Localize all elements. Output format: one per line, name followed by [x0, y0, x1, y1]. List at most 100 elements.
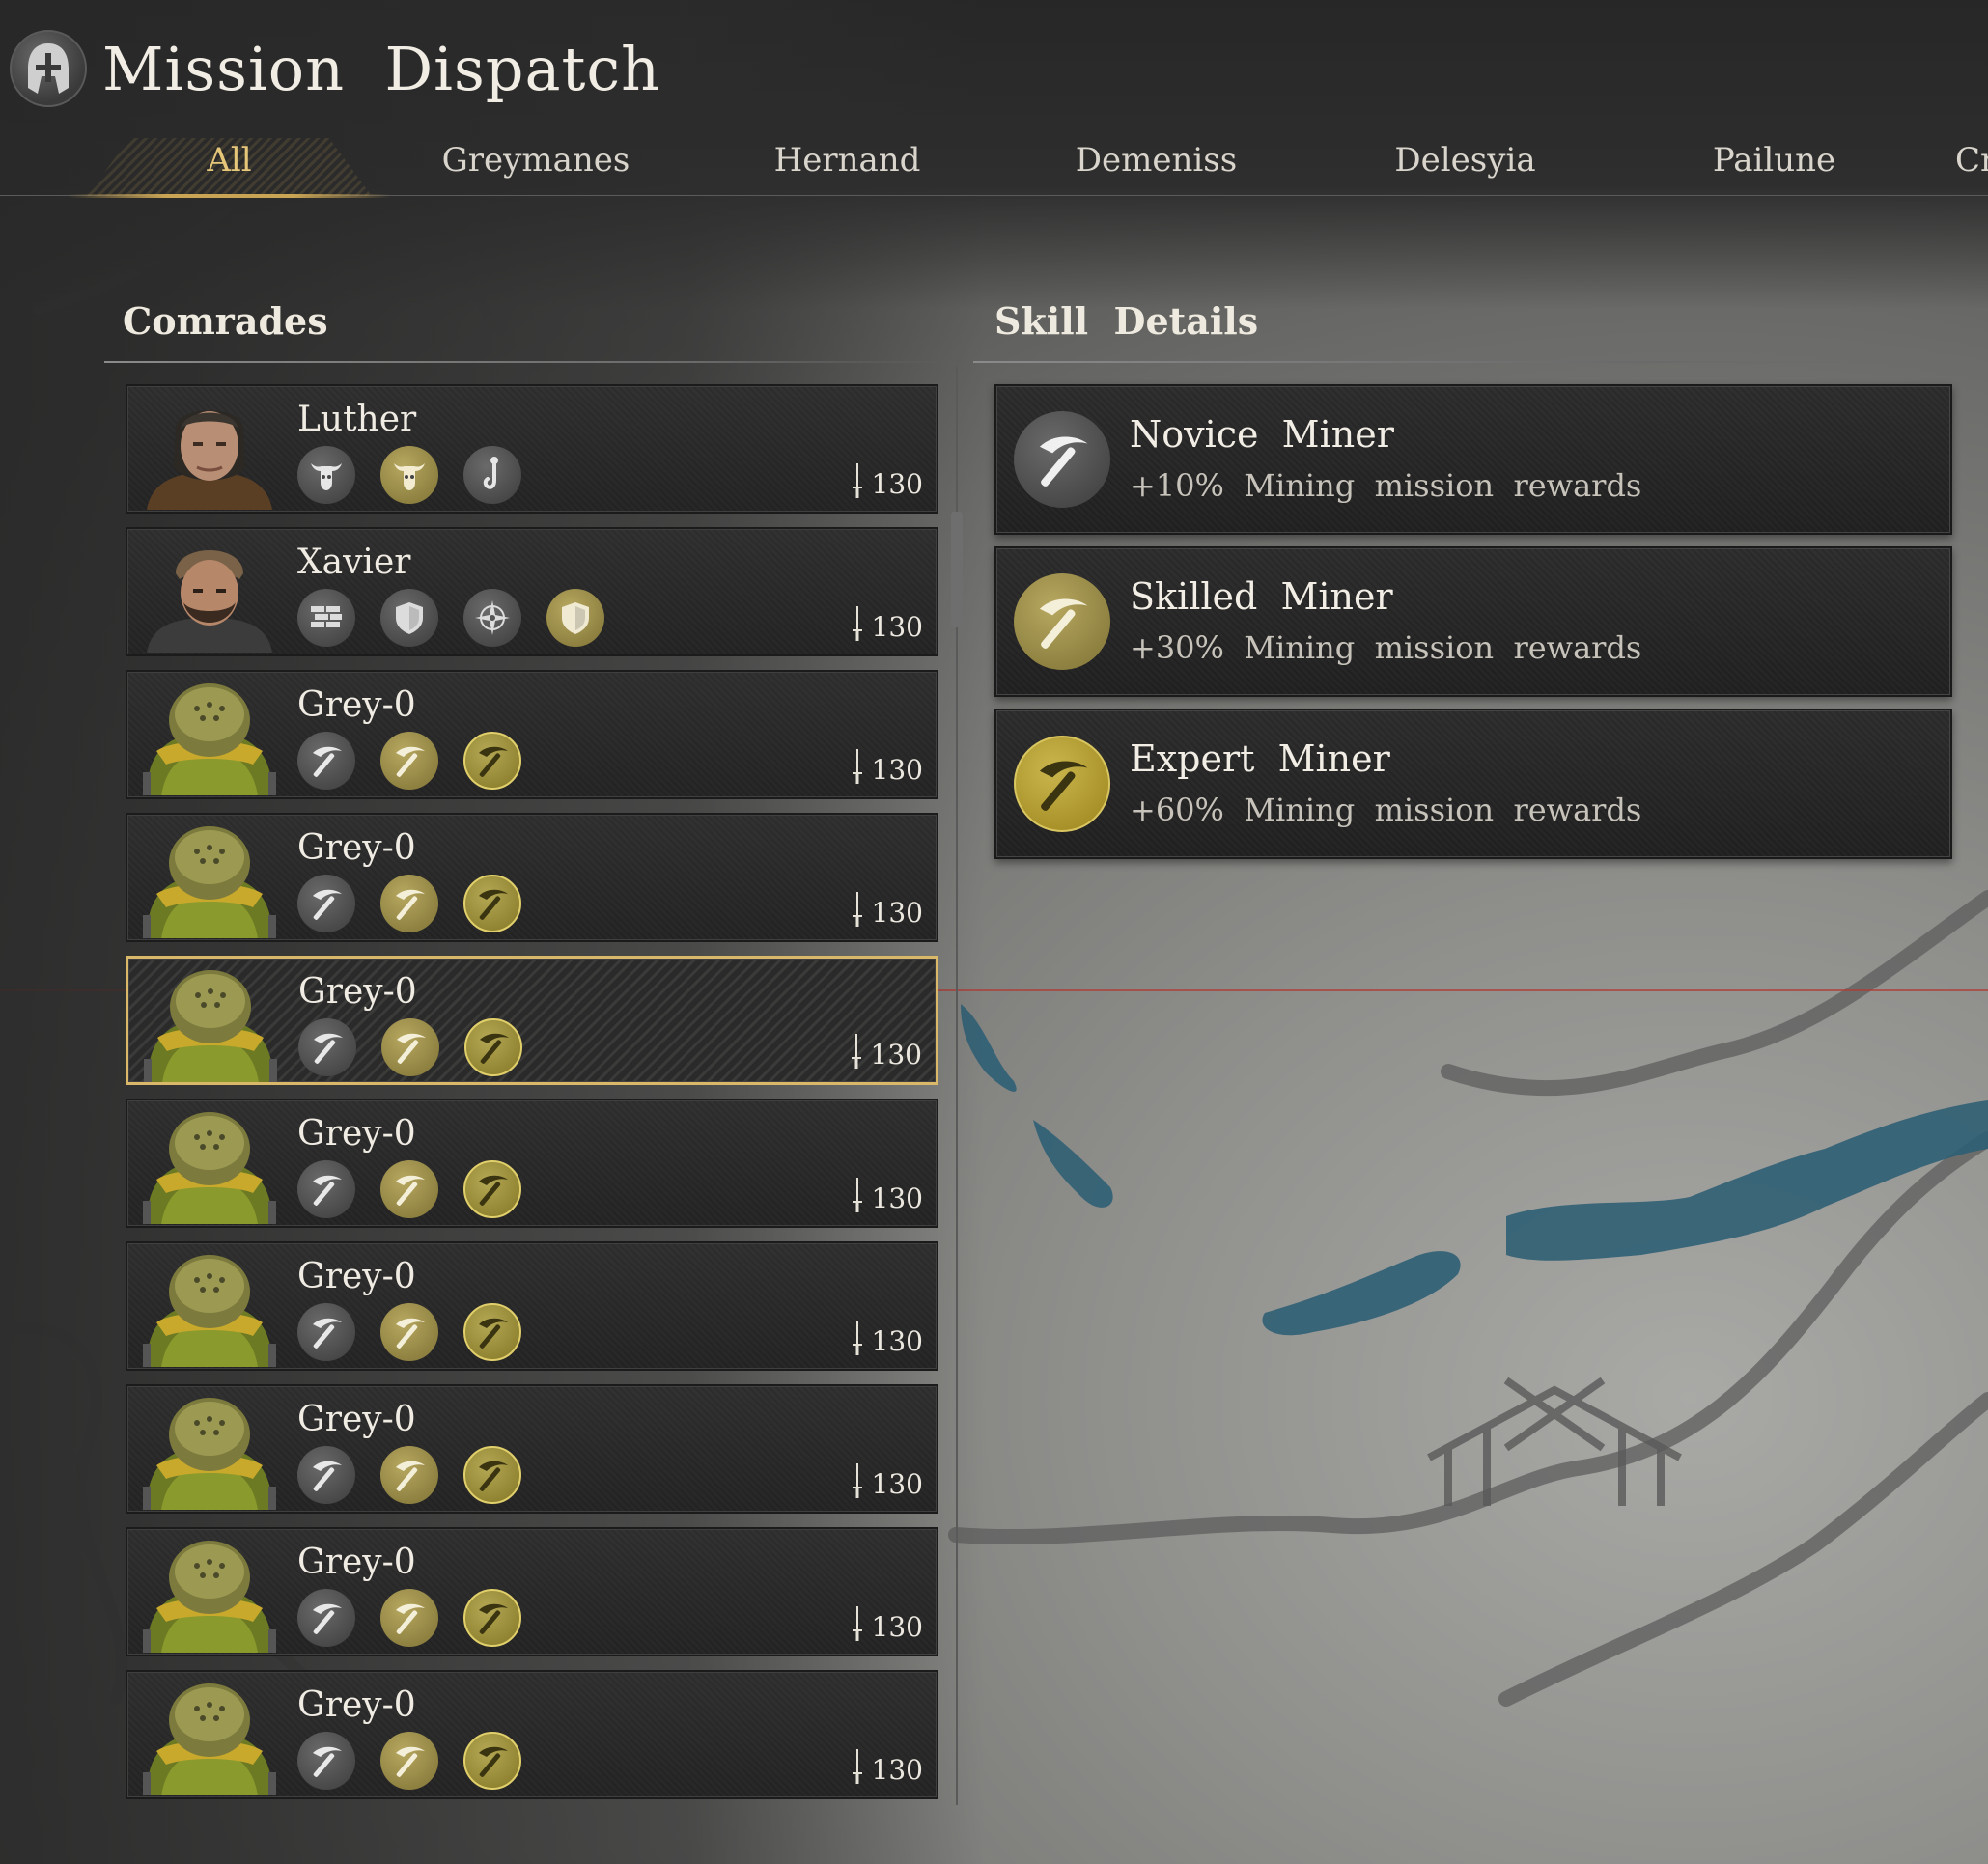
sword-icon	[851, 1319, 864, 1357]
pickaxe-icon[interactable]	[380, 1446, 438, 1504]
bull-icon[interactable]	[297, 446, 355, 504]
xavier-portrait	[137, 533, 282, 653]
tab-label: Cr	[1955, 140, 1988, 180]
pickaxe-icon[interactable]	[380, 1160, 438, 1218]
power-value: 130	[870, 1039, 922, 1071]
bull-icon[interactable]	[380, 446, 438, 504]
sword-icon	[851, 461, 864, 500]
pickaxe-icon[interactable]	[380, 875, 438, 932]
pickaxe-icon[interactable]	[380, 1732, 438, 1790]
sword-icon	[851, 1176, 864, 1214]
grey-portrait	[138, 962, 283, 1082]
comrade-card[interactable]: Luther 130	[126, 384, 938, 514]
comrade-card[interactable]: Grey-0 130	[126, 1384, 938, 1514]
pickaxe-icon[interactable]	[463, 732, 521, 790]
comrade-card[interactable]: Grey-0 130	[126, 1241, 938, 1371]
power-value: 130	[871, 897, 923, 929]
grey-portrait	[137, 1104, 282, 1224]
shield-icon[interactable]	[380, 589, 438, 647]
power-rating: 130	[851, 461, 923, 500]
pickaxe-icon[interactable]	[297, 1446, 355, 1504]
pickaxe-icon[interactable]	[380, 1589, 438, 1647]
pickaxe-icon[interactable]	[463, 1446, 521, 1504]
skill-title: Skilled Miner	[1130, 575, 1393, 618]
skill-details-list: Novice Miner +10% Mining mission rewards S…	[994, 384, 1952, 871]
brick-wall-icon[interactable]	[297, 589, 355, 647]
tab-all[interactable]: All	[68, 124, 391, 198]
comrade-list: Luther 130 Xavier 130 Grey-0 130 Grey-0 130 Grey…	[126, 384, 938, 1813]
power-value: 130	[871, 1754, 923, 1786]
pickaxe-icon[interactable]	[380, 732, 438, 790]
comrade-card[interactable]: Grey-0 130	[126, 1527, 938, 1656]
tab-pailune[interactable]: Pailune	[1661, 124, 1888, 196]
tab-label: All	[207, 140, 252, 180]
power-rating: 130	[851, 1319, 923, 1357]
comrade-name: Grey-0	[297, 685, 416, 725]
faction-tabs: All Greymanes Hernand Demeniss Delesyia …	[0, 124, 1988, 198]
comrade-skills	[297, 732, 521, 790]
pickaxe-icon[interactable]	[297, 1160, 355, 1218]
pickaxe-icon[interactable]	[297, 1589, 355, 1647]
pickaxe-icon[interactable]	[297, 1732, 355, 1790]
tab-delesyia[interactable]: Delesyia	[1352, 124, 1579, 196]
comrade-list-scrollbar[interactable]	[951, 512, 963, 627]
pickaxe-icon[interactable]	[463, 1732, 521, 1790]
compass-icon[interactable]	[463, 589, 521, 647]
comrade-skills	[297, 446, 521, 504]
pickaxe-icon	[1014, 573, 1110, 670]
comrade-skills	[297, 1732, 521, 1790]
pickaxe-icon[interactable]	[297, 1303, 355, 1361]
comrade-name: Grey-0	[297, 1257, 416, 1296]
skill-details-divider	[973, 361, 1900, 363]
power-rating: 130	[851, 1747, 923, 1786]
sword-icon	[851, 890, 864, 929]
grey-portrait	[137, 1533, 282, 1653]
pickaxe-icon[interactable]	[463, 1303, 521, 1361]
pickaxe-icon	[1014, 736, 1110, 832]
pickaxe-icon	[1014, 411, 1110, 508]
comrade-name: Grey-0	[298, 972, 417, 1012]
skill-detail-card: Skilled Miner +30% Mining mission rewards	[994, 546, 1952, 697]
skill-description: +10% Mining mission rewards	[1130, 467, 1642, 504]
pickaxe-icon[interactable]	[381, 1018, 439, 1076]
grey-portrait	[137, 1676, 282, 1795]
comrade-skills	[297, 1446, 521, 1504]
power-rating: 130	[851, 1176, 923, 1214]
pickaxe-icon[interactable]	[380, 1303, 438, 1361]
shield-icon[interactable]	[546, 589, 604, 647]
power-rating: 130	[851, 604, 923, 643]
comrade-card-selected[interactable]: Grey-0 130	[126, 956, 938, 1085]
comrade-name: Grey-0	[297, 1685, 416, 1725]
comrade-card[interactable]: Xavier 130	[126, 527, 938, 656]
fishing-hook-icon[interactable]	[463, 446, 521, 504]
pickaxe-icon[interactable]	[298, 1018, 356, 1076]
sword-icon	[851, 1747, 864, 1786]
helmet-icon	[10, 30, 87, 107]
power-rating: 130	[851, 1461, 923, 1500]
pickaxe-icon[interactable]	[297, 875, 355, 932]
grey-portrait	[137, 676, 282, 795]
tab-cr[interactable]: Cr	[1955, 124, 1988, 196]
comrade-card[interactable]: Grey-0 130	[126, 1670, 938, 1799]
active-tab-underline	[68, 194, 391, 198]
comrade-card[interactable]: Grey-0 130	[126, 670, 938, 799]
grey-portrait	[137, 1247, 282, 1367]
comrade-card[interactable]: Grey-0 130	[126, 813, 938, 942]
power-value: 130	[871, 754, 923, 786]
pickaxe-icon[interactable]	[463, 875, 521, 932]
comrade-card[interactable]: Grey-0 130	[126, 1099, 938, 1228]
pickaxe-icon[interactable]	[463, 1589, 521, 1647]
tab-demeniss[interactable]: Demeniss	[1043, 124, 1270, 196]
pickaxe-icon[interactable]	[464, 1018, 522, 1076]
tab-label: Delesyia	[1394, 140, 1536, 180]
grey-portrait	[137, 819, 282, 938]
comrade-name: Grey-0	[297, 1400, 416, 1439]
tab-greymanes[interactable]: Greymanes	[415, 124, 657, 196]
skill-detail-card: Novice Miner +10% Mining mission rewards	[994, 384, 1952, 535]
pickaxe-icon[interactable]	[463, 1160, 521, 1218]
pickaxe-icon[interactable]	[297, 732, 355, 790]
comrade-name: Xavier	[297, 543, 411, 582]
power-value: 130	[871, 1325, 923, 1357]
skill-description: +60% Mining mission rewards	[1130, 792, 1642, 828]
tab-hernand[interactable]: Hernand	[734, 124, 961, 196]
